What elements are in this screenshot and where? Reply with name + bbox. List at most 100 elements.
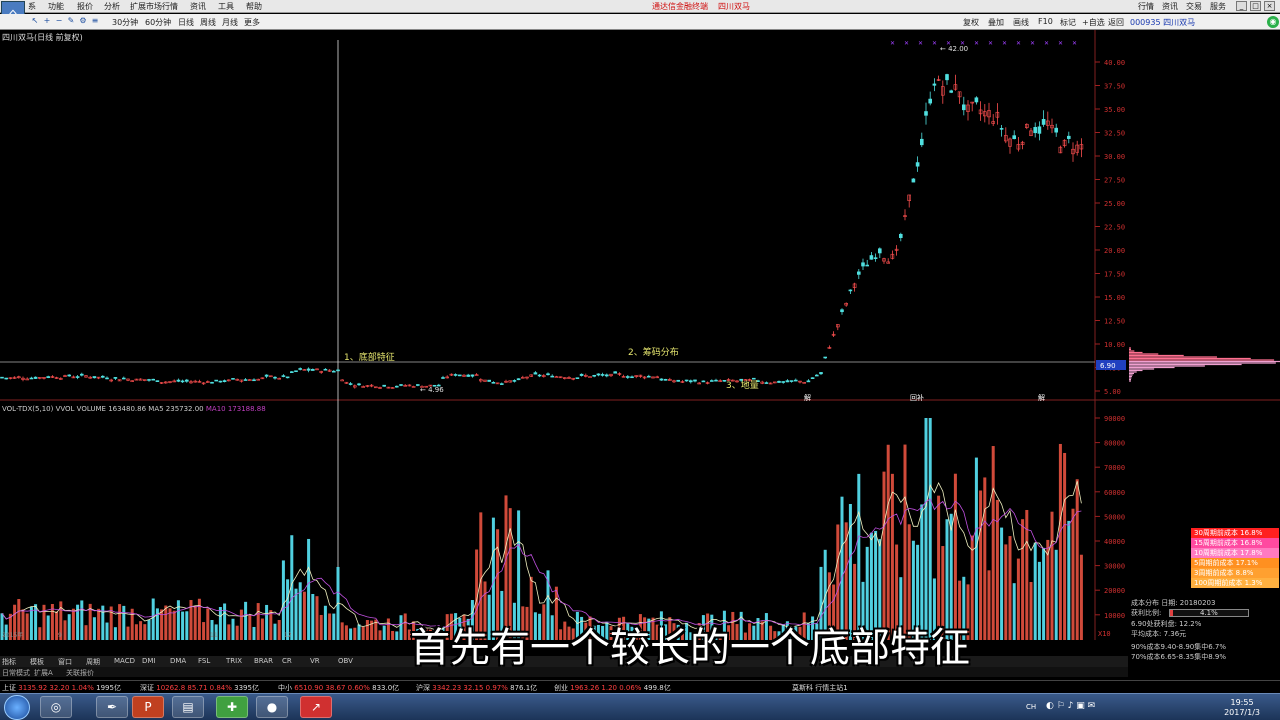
- taskbar-stock-app-icon[interactable]: ↗: [300, 696, 332, 718]
- volume-bar: [504, 495, 508, 640]
- candle-body: [579, 373, 584, 376]
- index-quote[interactable]: 创业 1963.26 1.20 0.06% 499.8亿: [554, 683, 671, 692]
- clock[interactable]: 19:55 2017/1/3: [1224, 698, 1260, 718]
- zoom-in-icon[interactable]: +: [42, 16, 52, 26]
- tray-icons[interactable]: ◐ ⚐ ♪ ▣ ✉: [1046, 701, 1095, 711]
- menu-item-help[interactable]: 帮助: [246, 1, 262, 12]
- clock-time: 19:55: [1230, 698, 1254, 707]
- maximize-icon[interactable]: □: [1250, 1, 1261, 11]
- taskbar-browser-icon[interactable]: ◎: [40, 696, 72, 718]
- mode-tab[interactable]: 扩展A: [34, 668, 53, 678]
- indicator-tab[interactable]: VR: [310, 657, 320, 665]
- mode-tab[interactable]: 关联报价: [66, 668, 94, 678]
- cursor-icon[interactable]: ↖: [30, 16, 40, 26]
- volume-bar: [882, 471, 886, 640]
- index-quote[interactable]: 沪深 3342.23 32.15 0.97% 876.1亿: [416, 683, 537, 692]
- volume-bar: [256, 603, 260, 640]
- price-tick-label: 5.00: [1104, 388, 1121, 396]
- toolbar-back[interactable]: 返回: [1108, 17, 1124, 28]
- indicator-tab[interactable]: DMA: [170, 657, 186, 665]
- event-marker[interactable]: 解: [804, 393, 811, 402]
- start-button[interactable]: [4, 695, 30, 720]
- zoom-out-icon[interactable]: −: [54, 16, 64, 26]
- volume-bar: [1067, 520, 1071, 640]
- period-60min[interactable]: 60分钟: [145, 17, 171, 28]
- indicator-tab[interactable]: TRIX: [226, 657, 242, 665]
- indicator-tab[interactable]: OBV: [338, 657, 353, 665]
- indicator-tab[interactable]: 模板: [30, 657, 44, 667]
- menu-right-news[interactable]: 资讯: [1162, 1, 1178, 12]
- volume-bar: [378, 630, 382, 640]
- volume-bar: [865, 546, 869, 640]
- menu-right-trade[interactable]: 交易: [1186, 1, 1202, 12]
- volume-bar: [395, 631, 399, 640]
- menu-item-quote[interactable]: 报价: [77, 1, 93, 12]
- event-marker[interactable]: 回补: [910, 393, 924, 402]
- indicator-tab[interactable]: DMI: [142, 657, 156, 665]
- taskbar-media-icon[interactable]: ●: [256, 696, 288, 718]
- volume-bar: [71, 608, 75, 640]
- volume-bar: [819, 566, 823, 640]
- settings-icon[interactable]: ⚙: [78, 16, 88, 26]
- volume-bar: [718, 632, 722, 640]
- toolbar-draw[interactable]: 画线: [1013, 17, 1029, 28]
- menu-right-quote[interactable]: 行情: [1138, 1, 1154, 12]
- price-tick-label: 17.50: [1104, 271, 1125, 279]
- volume-bar: [823, 549, 827, 640]
- close-icon[interactable]: ×: [1264, 1, 1275, 11]
- index-quote-field: 3342.23: [432, 684, 464, 692]
- volume-bar: [550, 615, 554, 640]
- period-week[interactable]: 周线: [200, 17, 216, 28]
- volume-bar: [874, 530, 878, 640]
- period-more[interactable]: 更多: [244, 17, 260, 28]
- minimize-icon[interactable]: _: [1236, 1, 1247, 11]
- taskbar-ppt-icon[interactable]: P: [132, 696, 164, 718]
- period-30min[interactable]: 30分钟: [112, 17, 138, 28]
- candle-body: [310, 369, 315, 371]
- indicator-tab[interactable]: FSL: [198, 657, 210, 665]
- candle-body: [399, 384, 403, 386]
- menu-item-tools[interactable]: 工具: [218, 1, 234, 12]
- draw-icon[interactable]: ✎: [66, 16, 76, 26]
- index-quote[interactable]: 上证 3135.92 32.20 1.04% 1995亿: [2, 683, 121, 692]
- toolbar-f10[interactable]: F10: [1038, 17, 1053, 26]
- index-quote[interactable]: 深证 10262.8 85.71 0.84% 3395亿: [140, 683, 259, 692]
- menu-item-system[interactable]: 系: [28, 1, 36, 12]
- mode-tab[interactable]: 日常模式: [2, 668, 30, 678]
- menu-right-service[interactable]: 服务: [1210, 1, 1226, 12]
- period-day[interactable]: 日线: [178, 17, 194, 28]
- period-month[interactable]: 月线: [222, 17, 238, 28]
- volume-bar: [941, 546, 945, 640]
- indicator-tab[interactable]: BRAR: [254, 657, 273, 665]
- volume-bar: [1029, 582, 1033, 640]
- candle-body: [999, 128, 1004, 130]
- volume-bar: [559, 629, 563, 640]
- toolbar-mark[interactable]: 标记: [1060, 17, 1076, 28]
- menu-item-news[interactable]: 资讯: [190, 1, 206, 12]
- event-marker[interactable]: 解: [1038, 393, 1045, 402]
- toolbar-overlay[interactable]: 叠加: [988, 17, 1004, 28]
- indicator-tab[interactable]: CR: [282, 657, 292, 665]
- tray-lang[interactable]: CH: [1026, 703, 1036, 711]
- volume-bar: [781, 624, 785, 640]
- indicator-tab[interactable]: 指标: [2, 657, 16, 667]
- indicator-tab[interactable]: MACD: [114, 657, 135, 665]
- indicator-tab[interactable]: 周期: [86, 657, 100, 667]
- taskbar-pen-icon[interactable]: ✒: [96, 696, 128, 718]
- menu-item-extended-market[interactable]: 扩展市场行情: [130, 1, 178, 12]
- list-icon[interactable]: ≡: [90, 16, 100, 26]
- kline-chart[interactable]: 40.00 37.50 35.00 32.50 30.00 27.50 25.00 22.50…: [0, 30, 1280, 640]
- candle-body: [600, 374, 605, 376]
- candle-body: [949, 90, 954, 93]
- indicator-tab[interactable]: 窗口: [58, 657, 72, 667]
- index-quote-field: 1963.26: [570, 684, 602, 692]
- menu-item-function[interactable]: 功能: [48, 1, 64, 12]
- toolbar-adjust[interactable]: 复权: [963, 17, 979, 28]
- menu-item-analysis[interactable]: 分析: [104, 1, 120, 12]
- volume-bar: [139, 621, 143, 640]
- taskbar-plus-icon[interactable]: ✚: [216, 696, 248, 718]
- online-status-icon[interactable]: ◉: [1267, 16, 1279, 28]
- taskbar-folder-icon[interactable]: ▤: [172, 696, 204, 718]
- index-quote[interactable]: 中小 6510.90 38.67 0.60% 833.0亿: [278, 683, 399, 692]
- toolbar-add-favorite[interactable]: +自选: [1082, 17, 1105, 28]
